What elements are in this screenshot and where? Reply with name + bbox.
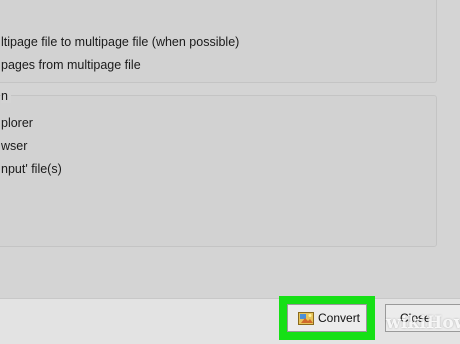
- open-browser-option[interactable]: wser: [1, 139, 27, 153]
- multipage-convert-option[interactable]: ltipage file to multipage file (when pos…: [1, 35, 239, 49]
- after-conversion-group: [0, 95, 437, 247]
- convert-icon: [298, 311, 314, 325]
- after-conversion-group-title: n: [1, 89, 11, 103]
- convert-button[interactable]: Convert: [287, 304, 367, 332]
- dialog-body: ltipage file to multipage file (when pos…: [0, 0, 460, 298]
- watermark-how: How: [426, 313, 460, 333]
- convert-button-label: Convert: [318, 311, 361, 325]
- extract-pages-option[interactable]: pages from multipage file: [1, 58, 141, 72]
- delete-input-files-option[interactable]: nput' file(s): [1, 162, 62, 176]
- open-explorer-option[interactable]: plorer: [1, 116, 33, 130]
- watermark-wiki: wiki: [386, 313, 427, 333]
- wikihow-watermark: wikiHow: [386, 313, 460, 333]
